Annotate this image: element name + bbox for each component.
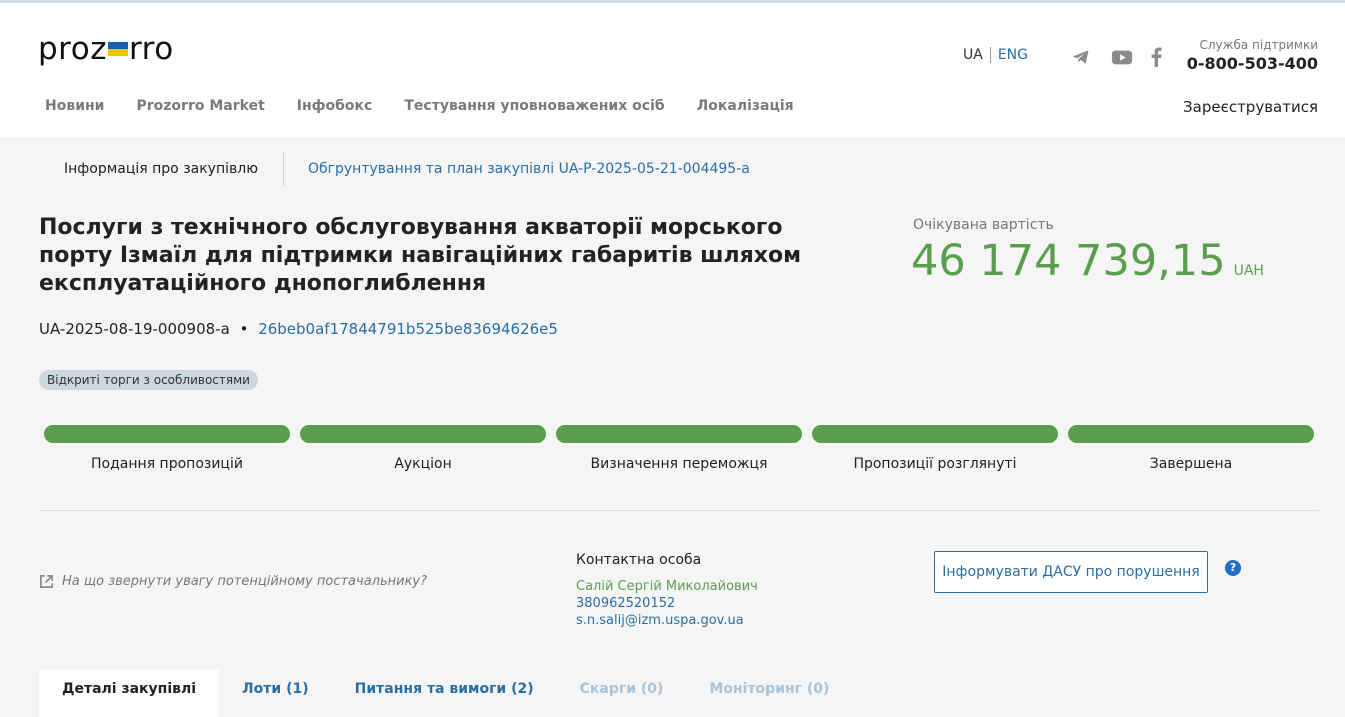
subnav-plan-link[interactable]: Обгрунтування та план закупівлі UA-P-202… [284,161,750,177]
tab-monitoring[interactable]: Моніторинг (0) [686,669,852,717]
contact-heading: Контактна особа [576,552,702,568]
lang-ua[interactable]: UA [963,47,983,63]
id-separator: • [239,320,249,338]
logo-text-right: rro [128,31,174,67]
stage-completed: Завершена [1068,425,1314,472]
nav-item-market[interactable]: Prozorro Market [137,98,265,114]
stage-winner: Визначення переможця [556,425,802,472]
youtube-icon[interactable] [1111,47,1133,67]
tab-lots[interactable]: Лоти (1) [219,669,332,717]
prozorro-logo[interactable]: proz rro [38,31,174,71]
stage-reviewed: Пропозиції розглянуті [812,425,1058,472]
stage-bar [556,425,802,443]
tender-hash-link[interactable]: 26beb0af17844791b525be83694626e5 [258,320,558,338]
contact-email[interactable]: s.n.salij@izm.uspa.gov.ua [576,612,758,629]
subnav-tender-info[interactable]: Інформація про закупівлю [40,161,283,177]
stage-label: Аукціон [394,456,452,472]
support-phone[interactable]: 0-800-503-400 [1187,54,1318,73]
tender-title: Послуги з технічного обслуговування аква… [39,215,802,296]
language-switcher: UA ENG [963,47,1028,63]
logo-text-left: proz [38,31,107,67]
telegram-icon[interactable] [1071,47,1091,67]
external-link-icon [40,575,53,588]
stage-bar [812,425,1058,443]
tab-questions[interactable]: Питання та вимоги (2) [332,669,557,717]
contact-phone[interactable]: 380962520152 [576,595,758,612]
nav-item-testing[interactable]: Тестування уповноважених осіб [404,98,664,114]
stage-bar [300,425,546,443]
register-link[interactable]: Зареєструватися [1183,98,1318,116]
expected-value: 46 174 739,15 UAH [911,236,1264,286]
support-label: Служба підтримки [1199,38,1318,52]
stage-label: Пропозиції розглянуті [853,456,1017,472]
help-icon[interactable]: ? [1225,560,1241,576]
contact-name: Салій Сергій Миколайович [576,579,758,594]
tab-details[interactable]: Деталі закупівлі [39,669,220,717]
facebook-icon[interactable] [1149,47,1163,67]
stage-proposals: Подання пропозицій [44,425,290,472]
procedure-badge: Відкриті торги з особливостями [39,370,258,390]
tender-tabs: Деталі закупівлі Лоти (1) Питання та вим… [39,669,852,717]
nav-item-localization[interactable]: Локалізація [697,98,794,114]
expected-value-label: Очікувана вартість [913,217,1054,233]
tender-id: UA-2025-08-19-000908-a [39,320,230,338]
stage-bar [1068,425,1314,443]
expected-amount: 46 174 739,15 [911,236,1226,286]
report-dasu-button[interactable]: Інформувати ДАСУ про порушення [934,551,1208,593]
lang-divider [989,47,991,63]
ukraine-flag-icon [107,42,128,56]
main-nav: Новини Prozorro Market Інфобокс Тестуван… [45,98,826,114]
tender-subnav: Інформація про закупівлю Обгрунтування т… [40,152,750,186]
tab-complaints[interactable]: Скарги (0) [557,669,687,717]
expected-currency: UAH [1233,263,1264,279]
tender-stages: Подання пропозицій Аукціон Визначення пе… [44,425,1314,485]
nav-item-infobox[interactable]: Інфобокс [297,98,373,114]
contact-person: Контактна особа Салій Сергій Миколайович… [576,552,758,629]
stage-label: Завершена [1149,456,1233,472]
supplier-hint-text: На що звернути увагу потенційному постач… [62,574,428,589]
section-divider [39,510,1319,511]
nav-item-news[interactable]: Новини [45,98,105,114]
stage-bar [44,425,290,443]
tender-id-line: UA-2025-08-19-000908-a • 26beb0af1784479… [39,320,558,338]
stage-label: Подання пропозицій [91,456,243,472]
stage-label: Визначення переможця [590,456,768,472]
site-header: proz rro UA ENG Служба підтримки 0-800-5… [0,3,1345,137]
lang-eng[interactable]: ENG [998,47,1028,63]
stage-auction: Аукціон [300,425,546,472]
supplier-hint-link[interactable]: На що звернути увагу потенційному постач… [39,574,427,589]
support-block: Служба підтримки 0-800-503-400 [1187,38,1318,73]
